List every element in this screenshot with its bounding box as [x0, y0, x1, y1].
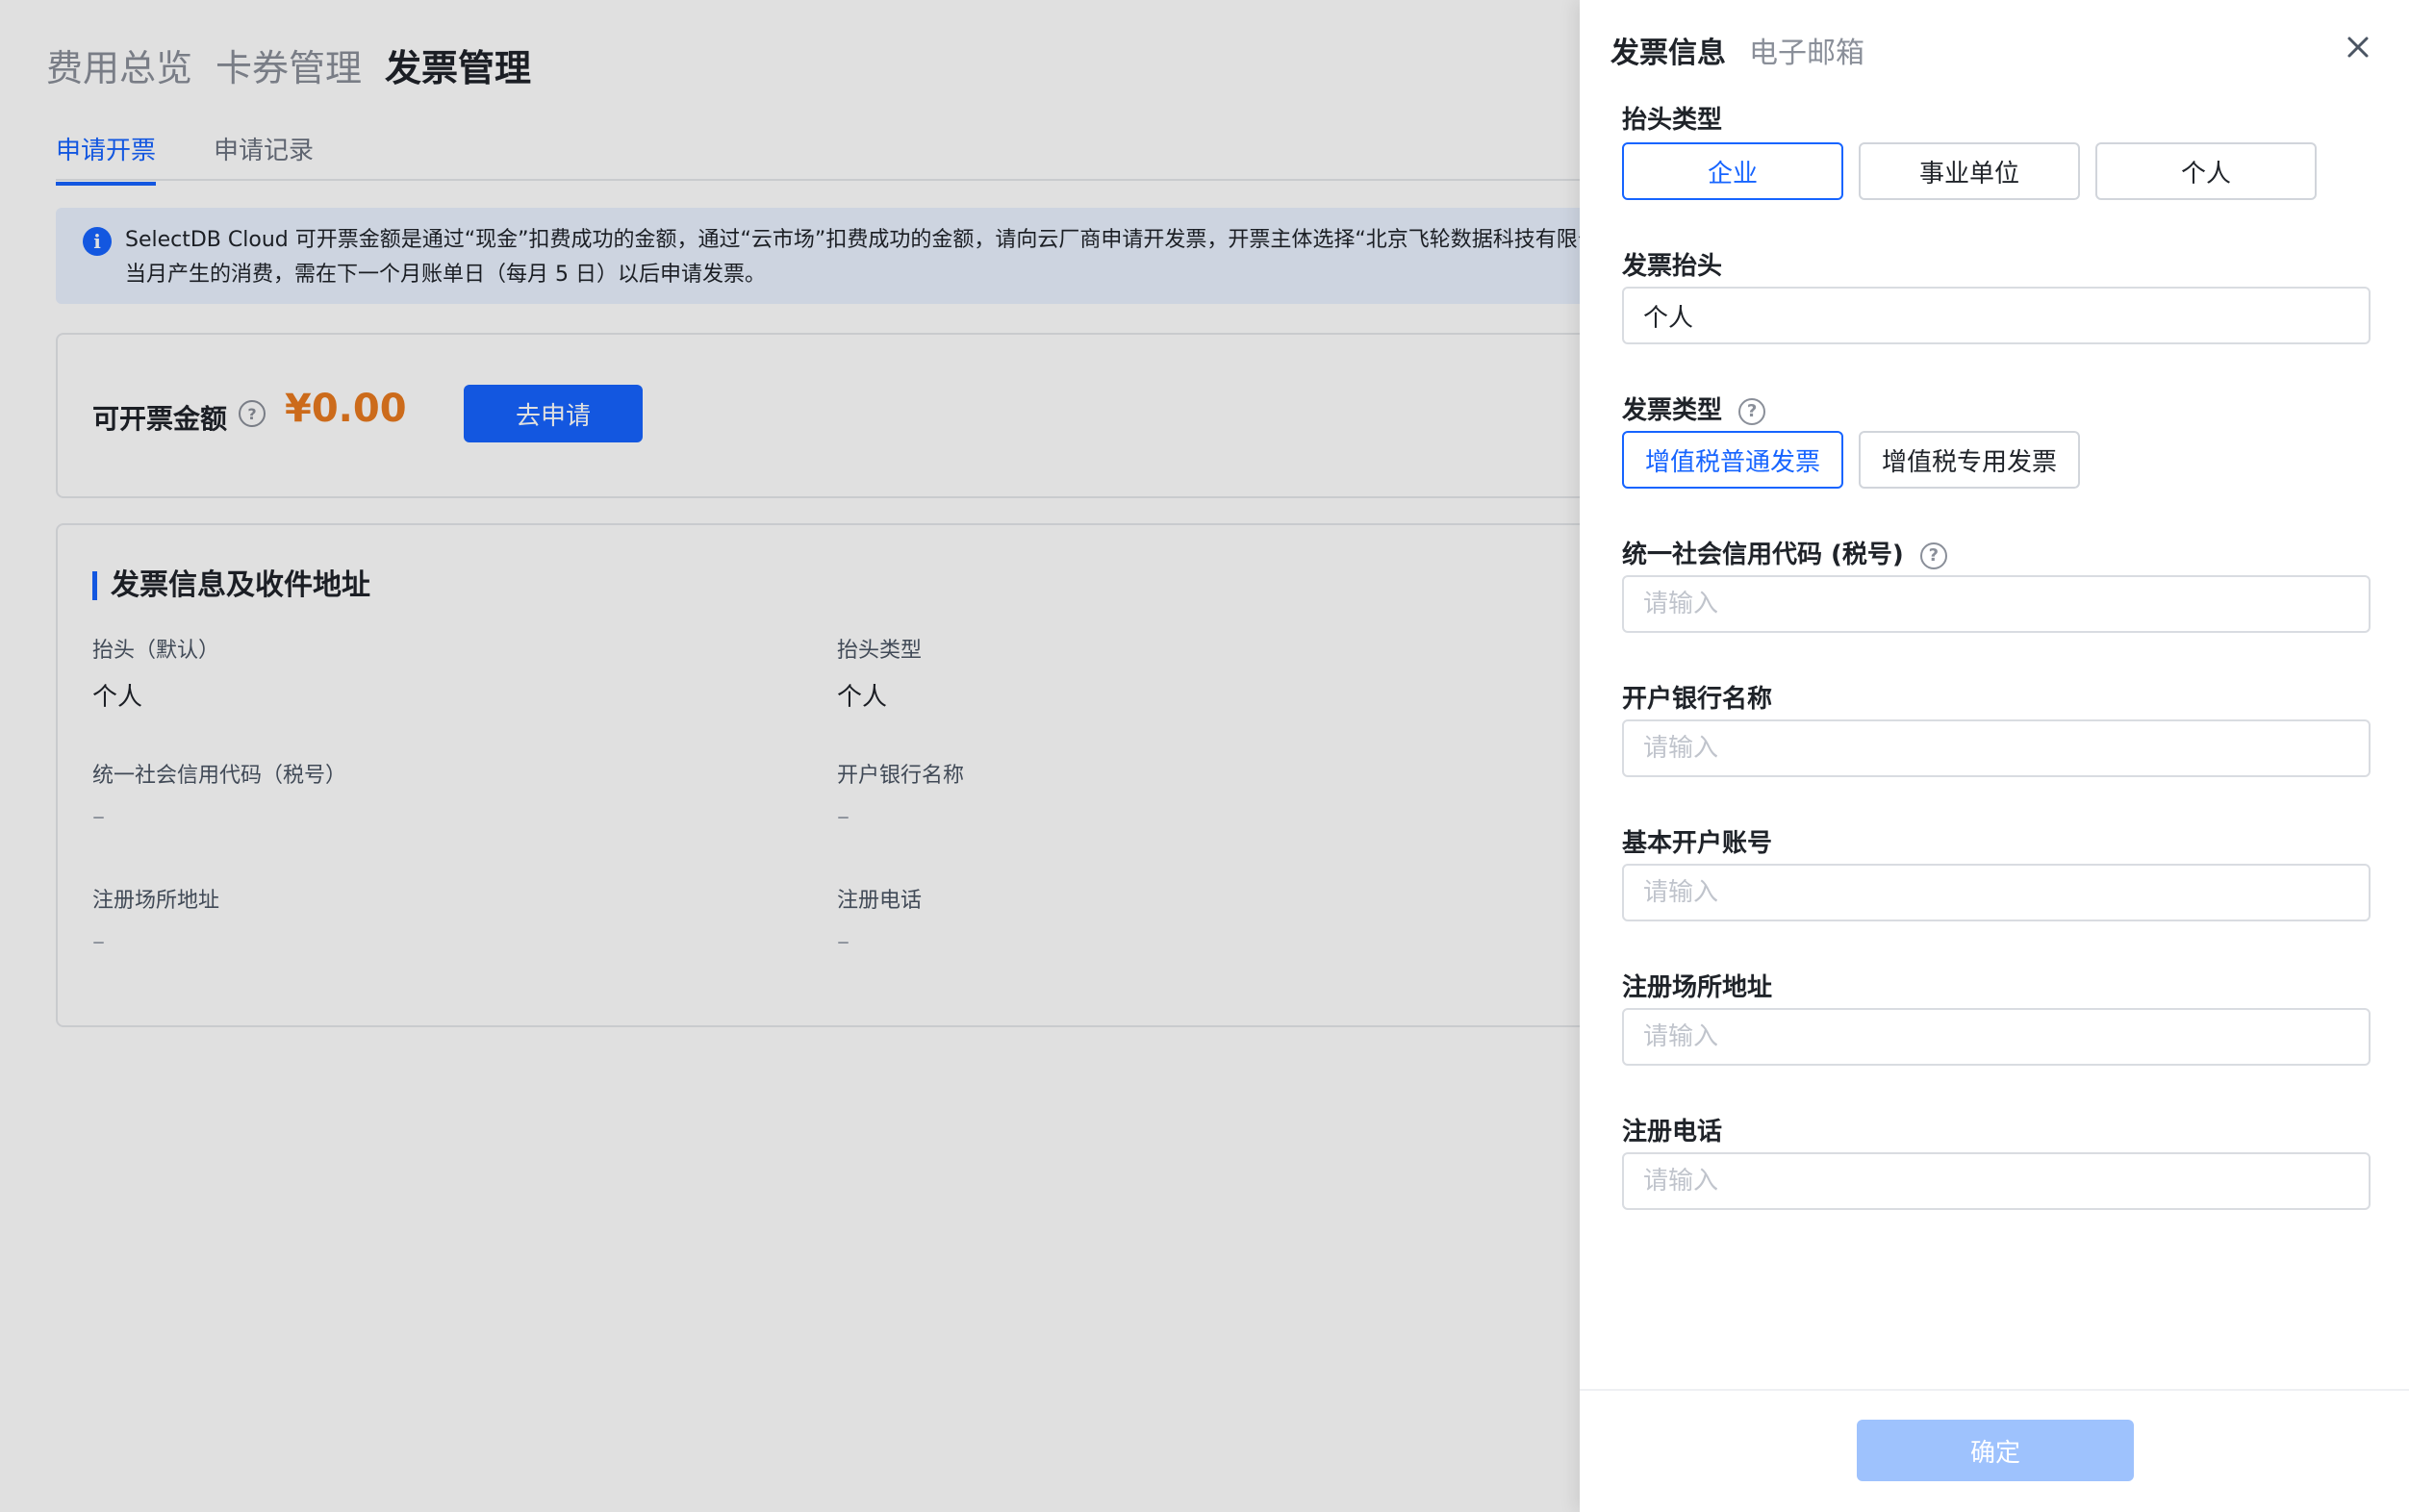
account-label: 基本开户账号 [1622, 829, 1773, 858]
title-type-enterprise[interactable]: 企业 [1622, 142, 1843, 200]
bank-name-input[interactable] [1622, 719, 2371, 777]
invoice-type-label: 发票类型 [1622, 396, 1723, 425]
tax-id-field-label: 统一社会信用代码 (税号) ? [1622, 535, 1947, 570]
invoice-title-input[interactable] [1622, 287, 2371, 344]
phone-input[interactable] [1622, 1152, 2371, 1210]
title-type-personal[interactable]: 个人 [2095, 142, 2317, 200]
drawer-footer: 确定 [1580, 1389, 2409, 1512]
invoice-type-special[interactable]: 增值税专用发票 [1859, 431, 2080, 489]
bank-name-label: 开户银行名称 [1622, 685, 1773, 714]
invoice-drawer: 发票信息 电子邮箱 抬头类型 企业 事业单位 个人 发票抬头 发票类型 ? 增值… [1580, 0, 2409, 1512]
confirm-button[interactable]: 确定 [1857, 1420, 2134, 1481]
title-type-label: 抬头类型 [1622, 106, 1723, 135]
help-icon[interactable]: ? [1738, 397, 1766, 425]
close-icon[interactable] [2342, 31, 2374, 63]
modal-mask[interactable] [0, 0, 1580, 1512]
invoice-type-field-label: 发票类型 ? [1622, 391, 1766, 426]
help-icon[interactable]: ? [1919, 542, 1947, 569]
address-input[interactable] [1622, 1008, 2371, 1066]
account-input[interactable] [1622, 864, 2371, 921]
phone-label: 注册电话 [1622, 1118, 1723, 1147]
invoice-type-general[interactable]: 增值税普通发票 [1622, 431, 1843, 489]
address-label: 注册场所地址 [1622, 973, 1773, 1002]
tax-id-input[interactable] [1622, 575, 2371, 633]
tax-id-label: 统一社会信用代码 (税号) [1622, 541, 1904, 569]
invoice-title-label: 发票抬头 [1622, 252, 1723, 281]
title-type-institution[interactable]: 事业单位 [1859, 142, 2080, 200]
drawer-tabs: 发票信息 电子邮箱 [1610, 29, 1864, 71]
tab-invoice-info[interactable]: 发票信息 [1610, 29, 1726, 71]
tab-email[interactable]: 电子邮箱 [1749, 29, 1864, 71]
